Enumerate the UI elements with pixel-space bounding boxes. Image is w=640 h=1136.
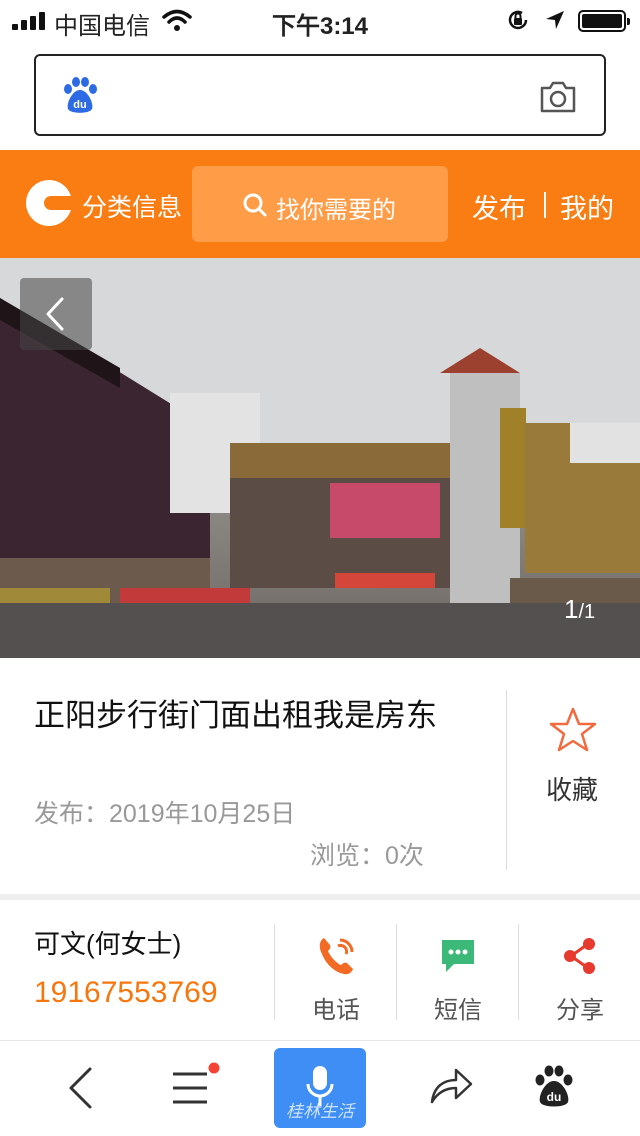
search-bar[interactable]: du — [34, 54, 606, 136]
photo-counter-total: /1 — [578, 601, 596, 623]
menu-icon[interactable] — [170, 1060, 222, 1108]
watermark-text: 桂林生活 — [286, 1102, 354, 1122]
star-icon — [549, 707, 597, 752]
photo-counter: 1/1 — [564, 594, 595, 625]
bottom-bar-divider — [0, 1040, 640, 1041]
listing-photo[interactable]: 1/1 — [0, 258, 640, 658]
phone-icon — [319, 938, 354, 975]
sms-label[interactable]: 短信 — [408, 990, 508, 1025]
header-divider — [544, 192, 546, 218]
baidu-paw-icon[interactable]: du — [532, 1064, 576, 1108]
share-icon — [564, 938, 595, 974]
contact-divider — [518, 924, 519, 1020]
listing-title: 正阳步行街门面出租我是房东 — [34, 698, 437, 733]
svg-text:du: du — [547, 1090, 562, 1104]
back-chevron-icon — [46, 297, 64, 331]
share-label[interactable]: 分享 — [530, 990, 630, 1025]
search-icon — [243, 193, 267, 217]
publish-link[interactable]: 发布 — [472, 187, 526, 226]
listing-search-button[interactable]: 找你需要的 — [192, 166, 448, 242]
status-bar: 中国电信 下午3:14 — [0, 0, 640, 40]
battery-icon — [578, 10, 630, 32]
rotation-lock-icon — [508, 10, 528, 30]
location-icon — [546, 11, 564, 29]
view-count: 浏览：0次 — [310, 842, 424, 870]
app-header: 分类信息 找你需要的 发布 我的 — [0, 150, 640, 258]
title-divider — [506, 690, 507, 870]
search-placeholder: 找你需要的 — [276, 197, 396, 224]
gallery-back-button[interactable] — [20, 278, 92, 350]
site-logo-icon[interactable] — [26, 180, 74, 226]
forward-icon[interactable] — [428, 1064, 474, 1108]
publish-date: 发布：2019年10月25日 — [34, 800, 296, 828]
call-label[interactable]: 电话 — [286, 990, 386, 1025]
notification-dot — [208, 1062, 220, 1074]
contact-name: 可文(何女士) — [34, 929, 182, 959]
street-scene-image — [0, 258, 640, 658]
category-label[interactable]: 分类信息 — [82, 188, 182, 224]
sms-icon — [442, 940, 474, 972]
back-icon[interactable] — [64, 1066, 98, 1110]
camera-icon[interactable] — [538, 80, 578, 114]
contact-divider — [274, 924, 275, 1020]
mine-link[interactable]: 我的 — [560, 187, 614, 226]
contact-phone[interactable]: 19167553769 — [34, 976, 218, 1010]
photo-counter-current: 1 — [564, 594, 579, 624]
baidu-paw-icon: du — [64, 77, 97, 113]
svg-text:du: du — [73, 99, 86, 111]
contact-divider — [396, 924, 397, 1020]
favorite-label[interactable]: 收藏 — [546, 770, 598, 807]
section-separator — [0, 894, 640, 900]
voice-search-button[interactable]: 桂林生活 — [274, 1048, 366, 1128]
